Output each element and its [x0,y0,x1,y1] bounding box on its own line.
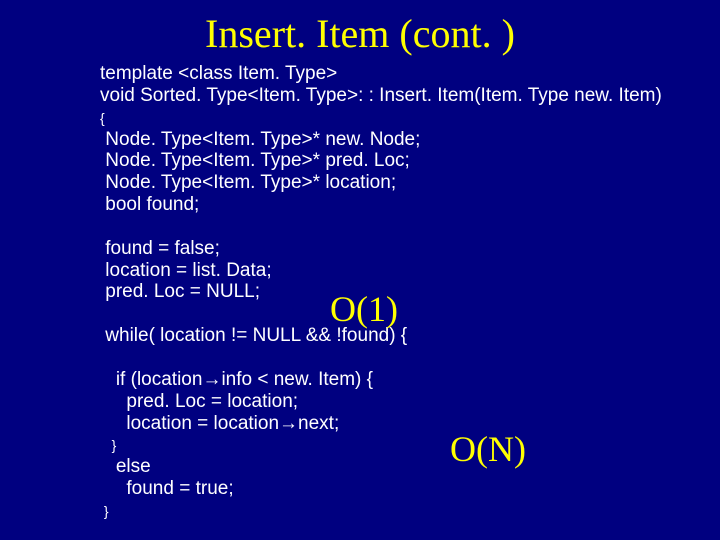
slide-title: Insert. Item (cont. ) [0,0,720,63]
code-line-15: } [100,437,116,453]
complexity-on: O(N) [450,428,526,470]
arrow-icon: → [279,413,298,434]
arrow-icon: → [202,369,221,390]
code-line-5: Node. Type<Item. Type>* pred. Loc; [100,150,410,171]
code-line-4: Node. Type<Item. Type>* new. Node; [100,129,420,150]
code-line-16: else [100,456,151,477]
code-line-8: found = false; [100,238,220,259]
code-line-9: location = list. Data; [100,260,272,281]
code-line-1: template <class Item. Type> [100,63,337,84]
code-line-3: { [100,110,105,126]
complexity-o1: O(1) [330,288,398,330]
code-line-14b: next; [298,413,339,434]
code-line-17: found = true; [100,478,234,499]
code-line-6: Node. Type<Item. Type>* location; [100,172,396,193]
code-line-13: pred. Loc = location; [100,391,298,412]
slide: Insert. Item (cont. ) template <class It… [0,0,720,540]
code-line-12a: if (location [100,369,202,390]
code-line-14a: location = location [100,413,279,434]
code-line-12b: info < new. Item) { [221,369,373,390]
code-line-10: pred. Loc = NULL; [100,281,260,302]
code-line-18: } [100,503,109,519]
code-line-7: bool found; [100,194,199,215]
code-line-2: void Sorted. Type<Item. Type>: : Insert.… [100,85,662,106]
